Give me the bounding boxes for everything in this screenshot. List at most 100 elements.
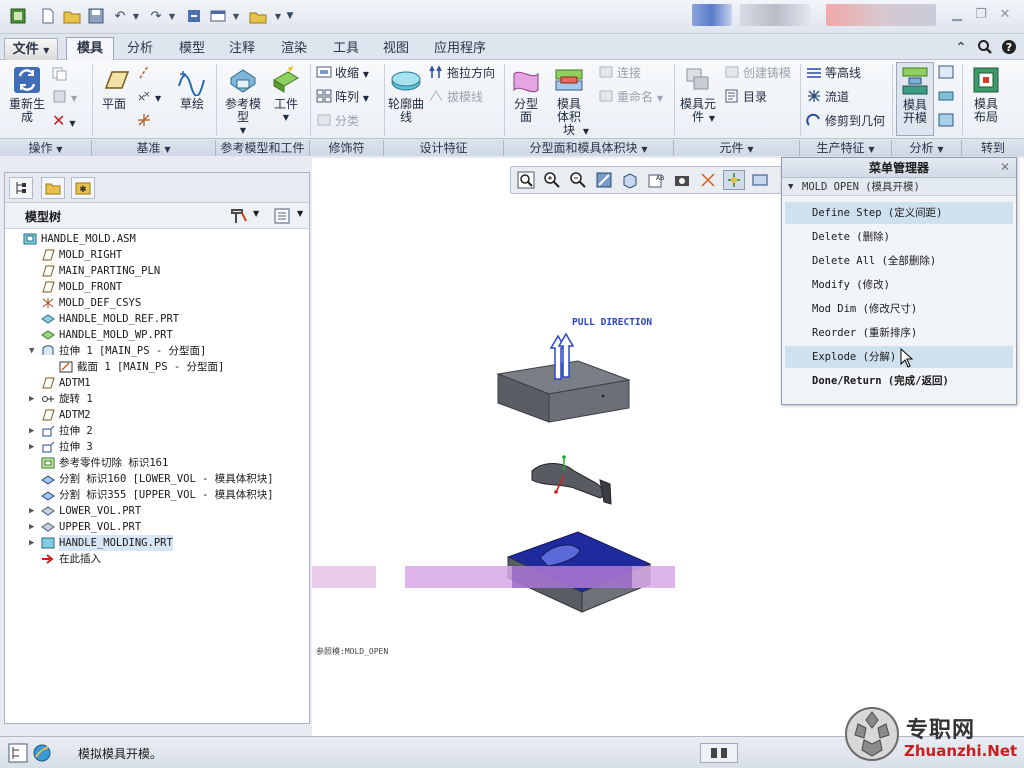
- browser-toggle-icon[interactable]: [32, 743, 52, 766]
- collapse-ribbon-icon[interactable]: ⌃: [952, 39, 970, 57]
- redo-dropdown-icon[interactable]: ▼: [162, 6, 182, 26]
- workpiece-button[interactable]: 工件 ▼: [268, 64, 304, 124]
- expand-arrow-icon[interactable]: ▶: [29, 503, 39, 519]
- tab-view[interactable]: 视图: [374, 38, 418, 60]
- datum-display-icon[interactable]: [697, 170, 719, 190]
- tree-item[interactable]: 分割 标识355 [UPPER_VOL - 模具体积块]: [5, 487, 309, 503]
- sketch-button[interactable]: 草绘: [174, 64, 210, 111]
- close-icon[interactable]: ✕: [996, 6, 1014, 24]
- tree-item[interactable]: ADTM2: [5, 407, 309, 423]
- zoom-in-icon[interactable]: [541, 170, 563, 190]
- mold-layout-button[interactable]: 模具布局: [966, 64, 1006, 124]
- restore-icon[interactable]: ❐: [972, 6, 990, 24]
- tab-file[interactable]: 文件 ▼: [4, 38, 58, 60]
- tab-annotate[interactable]: 注释: [220, 38, 264, 60]
- tab-applications[interactable]: 应用程序: [424, 38, 496, 60]
- menu-item[interactable]: Delete All (全部删除): [785, 250, 1013, 272]
- navigator-toggle-icon[interactable]: [8, 743, 28, 766]
- expand-arrow-icon[interactable]: ▶: [29, 439, 39, 455]
- tree-item[interactable]: MOLD_RIGHT: [5, 247, 309, 263]
- spin-center-icon[interactable]: [723, 170, 745, 190]
- analysis-small-1[interactable]: [938, 64, 957, 82]
- tree-item[interactable]: MAIN_PARTING_PLN: [5, 263, 309, 279]
- create-casting-button[interactable]: 创建铸模: [724, 64, 791, 82]
- tree-item[interactable]: 在此插入: [5, 551, 309, 567]
- paste-button[interactable]: ▼: [52, 88, 77, 106]
- analysis-small-2[interactable]: [938, 88, 957, 106]
- close-icon[interactable]: ✕: [1000, 160, 1010, 174]
- group-datum[interactable]: 基准 ▼: [92, 140, 216, 156]
- tree-item[interactable]: ▶ HANDLE_MOLDING.PRT: [5, 535, 309, 551]
- menu-item[interactable]: Delete (删除): [785, 226, 1013, 248]
- tree-item[interactable]: HANDLE_MOLD_REF.PRT: [5, 311, 309, 327]
- expand-arrow-icon[interactable]: ▶: [29, 535, 39, 551]
- tree-item[interactable]: HANDLE_MOLD.ASM: [5, 231, 309, 247]
- tab-tools[interactable]: 工具: [324, 38, 368, 60]
- menu-item[interactable]: Done/Return (完成/返回): [785, 370, 1013, 392]
- show-list-icon[interactable]: [273, 207, 291, 228]
- copy-button[interactable]: [52, 66, 71, 84]
- windows-dropdown-icon[interactable]: ▼: [226, 6, 246, 26]
- mold-open-submenu[interactable]: ▼ MOLD OPEN (模具开模): [782, 178, 1016, 196]
- tree-item[interactable]: ADTM1: [5, 375, 309, 391]
- point-button[interactable]: × × ▼: [136, 88, 161, 106]
- tree-item[interactable]: 参考零件切除 标识161: [5, 455, 309, 471]
- plane-button[interactable]: 平面: [96, 64, 132, 111]
- selection-filter-icon[interactable]: [700, 743, 738, 763]
- app-icon[interactable]: [8, 6, 28, 26]
- display-style-icon[interactable]: [619, 170, 641, 190]
- reference-model-button[interactable]: 参考模型 ▼: [220, 64, 266, 137]
- tree-settings-dropdown-icon[interactable]: ▼: [253, 209, 259, 218]
- delete-button[interactable]: ✕ ▼: [52, 112, 76, 130]
- array-button[interactable]: 阵列 ▼: [316, 88, 369, 106]
- tab-mold[interactable]: 模具: [66, 37, 114, 61]
- menu-item[interactable]: Reorder (重新排序): [785, 322, 1013, 344]
- group-operations[interactable]: 操作 ▼: [0, 140, 92, 156]
- expand-arrow-icon[interactable]: ▶: [29, 423, 39, 439]
- minimize-icon[interactable]: ▁: [948, 6, 966, 24]
- new-file-icon[interactable]: [38, 6, 58, 26]
- csys-button[interactable]: [136, 112, 155, 130]
- expand-arrow-icon[interactable]: ▶: [29, 519, 39, 535]
- menu-item[interactable]: Modify (修改): [785, 274, 1013, 296]
- shrink-button[interactable]: 收缩 ▼: [316, 64, 369, 82]
- tab-model[interactable]: 模型: [170, 38, 214, 60]
- saved-orientations-icon[interactable]: AB: [645, 170, 667, 190]
- trim-geometry-button[interactable]: 修剪到几何: [806, 112, 885, 130]
- regenerate-small-icon[interactable]: [184, 6, 204, 26]
- zoom-out-icon[interactable]: [567, 170, 589, 190]
- group-production-features[interactable]: 生产特征 ▼: [800, 140, 892, 156]
- tab-render[interactable]: 渲染: [272, 38, 316, 60]
- axis-button[interactable]: [136, 64, 155, 82]
- tree-item[interactable]: ▶ 拉伸 3: [5, 439, 309, 455]
- pull-direction-button[interactable]: 拖拉方向: [428, 64, 495, 82]
- expand-arrow-icon[interactable]: ▶: [29, 391, 39, 407]
- windows-icon[interactable]: [208, 6, 228, 26]
- open-folder-icon[interactable]: [62, 6, 82, 26]
- customize-qat-icon[interactable]: ▼: [280, 6, 300, 26]
- rename-button[interactable]: 重命名 ▼: [598, 88, 663, 106]
- menu-item[interactable]: Mod Dim (修改尺寸): [785, 298, 1013, 320]
- mold-open-button[interactable]: 模具开模: [896, 62, 934, 136]
- favorites-tab-icon[interactable]: ✱: [71, 177, 95, 199]
- tree-item[interactable]: ▶ 旋转 1: [5, 391, 309, 407]
- tree-item[interactable]: 截面 1 [MAIN_PS - 分型面]: [5, 359, 309, 375]
- refit-icon[interactable]: [515, 170, 537, 190]
- parting-surface-button[interactable]: 分型面: [508, 64, 544, 124]
- tree-item[interactable]: ▶ 拉伸 2: [5, 423, 309, 439]
- group-components[interactable]: 元件 ▼: [674, 140, 800, 156]
- view-manager-icon[interactable]: [671, 170, 693, 190]
- save-icon[interactable]: [86, 6, 106, 26]
- menu-item[interactable]: Define Step (定义间距): [785, 202, 1013, 224]
- tree-item[interactable]: MOLD_FRONT: [5, 279, 309, 295]
- mold-volume-button[interactable]: 模具体积块 ▼: [546, 64, 592, 138]
- collapse-arrow-icon[interactable]: ▼: [29, 343, 39, 359]
- tab-analysis[interactable]: 分析: [118, 38, 162, 60]
- repaint-icon[interactable]: [593, 170, 615, 190]
- analysis-small-3[interactable]: [938, 112, 957, 130]
- tree-item[interactable]: 分割 标识160 [LOWER_VOL - 模具体积块]: [5, 471, 309, 487]
- search-icon[interactable]: [976, 39, 994, 57]
- molding-part[interactable]: [531, 455, 612, 505]
- tree-item[interactable]: ▶ UPPER_VOL.PRT: [5, 519, 309, 535]
- undo-dropdown-icon[interactable]: ▼: [126, 6, 146, 26]
